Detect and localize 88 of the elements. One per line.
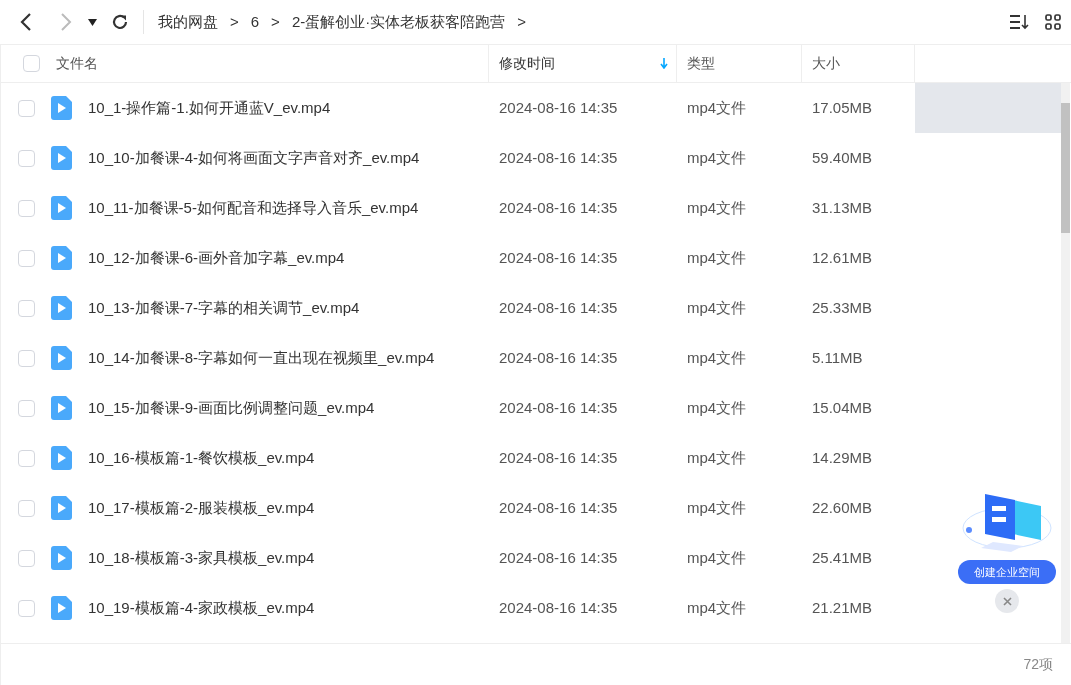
breadcrumb-item[interactable]: 我的网盘 [158,10,218,34]
file-type: mp4文件 [687,448,747,466]
file-name[interactable]: 10_17-模板篇-2-服装模板_ev.mp4 [88,496,315,520]
forward-icon[interactable] [58,12,74,32]
file-type: mp4文件 [687,348,747,366]
video-file-icon [51,546,72,570]
checkbox[interactable] [18,349,35,367]
video-file-icon [51,96,72,120]
modified-time: 2024-08-16 14:35 [499,548,618,566]
video-file-icon [51,246,72,270]
video-file-icon [51,346,72,370]
close-icon [1002,596,1012,606]
file-type: mp4文件 [687,548,747,566]
checkbox[interactable] [18,199,35,217]
file-name[interactable]: 10_10-加餐课-4-如何将画面文字声音对齐_ev.mp4 [88,146,420,170]
video-file-icon [51,196,72,220]
file-size: 22.60MB [812,498,873,516]
modified-time: 2024-08-16 14:35 [499,98,618,116]
back-icon[interactable] [18,12,34,32]
file-size: 12.61MB [812,248,873,266]
checkbox[interactable] [18,99,35,117]
file-name[interactable]: 10_18-模板篇-3-家具模板_ev.mp4 [88,546,315,570]
file-size: 15.04MB [812,398,873,416]
create-enterprise-space-button[interactable]: 创建企业空间 [958,560,1056,584]
file-type: mp4文件 [687,248,747,266]
file-type: mp4文件 [687,148,747,166]
file-size: 25.41MB [812,548,873,566]
breadcrumb-item[interactable]: 6 [250,10,260,34]
modified-time: 2024-08-16 14:35 [499,398,618,416]
item-count: 72项 [1023,655,1053,674]
checkbox[interactable] [18,299,35,317]
grid-view-icon[interactable] [1045,14,1061,30]
checkbox[interactable] [23,55,40,72]
sort-arrow-icon[interactable] [660,58,668,69]
file-name[interactable]: 10_15-加餐课-9-画面比例调整问题_ev.mp4 [88,396,375,420]
file-type: mp4文件 [687,198,747,216]
file-type: mp4文件 [687,598,747,616]
dropdown-icon[interactable] [88,18,97,26]
file-name[interactable]: 10_14-加餐课-8-字幕如何一直出现在视频里_ev.mp4 [88,346,435,370]
file-name[interactable]: 10_16-模板篇-1-餐饮模板_ev.mp4 [88,446,315,470]
file-name[interactable]: 10_13-加餐课-7-字幕的相关调节_ev.mp4 [88,296,360,320]
video-file-icon [51,396,72,420]
file-type: mp4文件 [687,298,747,316]
sort-icon[interactable] [1009,14,1029,30]
file-type: mp4文件 [687,98,747,116]
modified-time: 2024-08-16 14:35 [499,248,618,266]
column-header[interactable]: 修改时间 [499,53,555,74]
modified-time: 2024-08-16 14:35 [499,298,618,316]
refresh-icon[interactable] [111,13,129,31]
column-header[interactable]: 类型 [687,53,715,74]
file-size: 14.29MB [812,448,873,466]
file-name[interactable]: 10_19-模板篇-4-家政模板_ev.mp4 [88,596,315,620]
file-size: 59.40MB [812,148,873,166]
checkbox[interactable] [18,599,35,617]
column-header[interactable]: 大小 [812,53,840,74]
modified-time: 2024-08-16 14:35 [499,148,618,166]
modified-time: 2024-08-16 14:35 [499,498,618,516]
file-type: mp4文件 [687,398,747,416]
modified-time: 2024-08-16 14:35 [499,598,618,616]
video-file-icon [51,446,72,470]
file-type: mp4文件 [687,498,747,516]
checkbox[interactable] [18,249,35,267]
checkbox[interactable] [18,449,35,467]
breadcrumb-separator: > [517,11,526,32]
file-size: 25.33MB [812,298,873,316]
video-file-icon [51,496,72,520]
modified-time: 2024-08-16 14:35 [499,198,618,216]
video-file-icon [51,596,72,620]
modified-time: 2024-08-16 14:35 [499,348,618,366]
file-size: 17.05MB [812,98,873,116]
file-size: 21.21MB [812,598,873,616]
file-name[interactable]: 10_1-操作篇-1.如何开通蓝V_ev.mp4 [88,96,331,120]
video-file-icon [51,146,72,170]
checkbox[interactable] [18,549,35,567]
file-name[interactable]: 10_12-加餐课-6-画外音加字幕_ev.mp4 [88,246,345,270]
breadcrumb-separator: > [230,11,239,32]
breadcrumb-item[interactable]: 2-蛋解创业·实体老板获客陪跑营 [291,10,506,34]
modified-time: 2024-08-16 14:35 [499,448,618,466]
checkbox[interactable] [18,499,35,517]
video-file-icon [51,296,72,320]
file-name[interactable]: 10_11-加餐课-5-如何配音和选择导入音乐_ev.mp4 [88,196,419,220]
scrollbar[interactable] [1061,83,1070,643]
file-size: 5.11MB [812,348,863,366]
column-header[interactable]: 文件名 [56,53,98,74]
checkbox[interactable] [18,149,35,167]
file-size: 31.13MB [812,198,873,216]
checkbox[interactable] [18,399,35,417]
breadcrumb-separator: > [271,11,280,32]
